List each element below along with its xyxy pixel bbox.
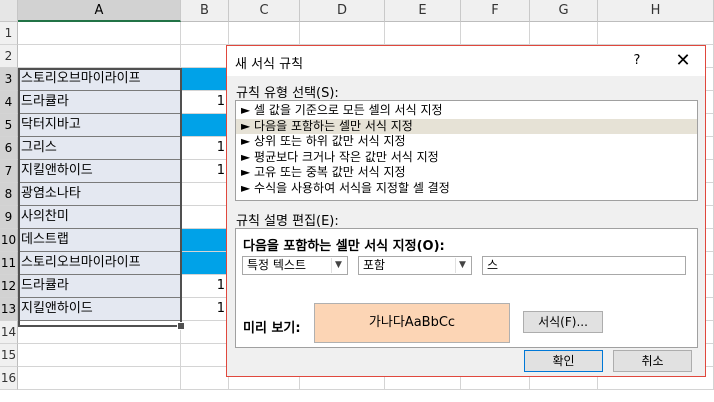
cell-a1[interactable] [18, 22, 181, 45]
cell-b8[interactable] [181, 183, 229, 206]
row-header-12[interactable]: 12 [0, 275, 18, 298]
column-header-h[interactable]: H [598, 0, 714, 22]
column-header-b[interactable]: B [181, 0, 229, 22]
chevron-down-icon: ▼ [455, 258, 469, 273]
cell-b10[interactable] [181, 229, 229, 252]
cell-e1[interactable] [385, 22, 461, 45]
preview-label: 미리 보기: [243, 321, 301, 336]
row-header-8[interactable]: 8 [0, 183, 18, 206]
condition-type-value: 특정 텍스트 [247, 258, 307, 272]
dialog-title: 새 서식 규칙 [235, 57, 304, 72]
cell-a16[interactable] [18, 367, 181, 390]
column-header-c[interactable]: C [229, 0, 300, 22]
cancel-button[interactable]: 취소 [613, 350, 692, 372]
match-text-value: 스 [487, 258, 499, 272]
description-title: 다음을 포함하는 셀만 서식 지정(O): [243, 239, 445, 254]
cell-a3[interactable]: 스토리오브마이라이프 [18, 68, 181, 91]
cell-a5[interactable]: 닥터지바고 [18, 114, 181, 137]
column-header-g[interactable]: G [530, 0, 598, 22]
cell-a6[interactable]: 그리스 [18, 137, 181, 160]
cell-a7[interactable]: 지킬앤하이드 [18, 160, 181, 183]
cell-b12[interactable]: 1 [181, 275, 229, 298]
close-button[interactable]: ✕ [667, 48, 699, 74]
row-header-13[interactable]: 13 [0, 298, 18, 321]
rule-description-panel: 다음을 포함하는 셀만 서식 지정(O): 특정 텍스트 ▼ 포함 ▼ 스 미리… [235, 228, 698, 348]
cell-a8[interactable]: 광염소나타 [18, 183, 181, 206]
rule-type-item[interactable]: ► 다음을 포함하는 셀만 서식 지정 [236, 118, 697, 134]
row-header-4[interactable]: 4 [0, 91, 18, 114]
cell-b9[interactable] [181, 206, 229, 229]
cell-b14[interactable] [181, 321, 229, 344]
cell-g1[interactable] [530, 22, 598, 45]
cell-b15[interactable] [181, 344, 229, 367]
row-header-5[interactable]: 5 [0, 114, 18, 137]
row-header-3[interactable]: 3 [0, 68, 18, 91]
ok-button[interactable]: 확인 [524, 350, 603, 372]
cell-a13[interactable]: 지킬앤하이드 [18, 298, 181, 321]
row-header-2[interactable]: 2 [0, 45, 18, 68]
rule-type-item[interactable]: ► 평균보다 크거나 작은 값만 서식 지정 [236, 150, 697, 166]
cell-b5[interactable] [181, 114, 229, 137]
cell-b4[interactable]: 1 [181, 91, 229, 114]
cell-a15[interactable] [18, 344, 181, 367]
operator-dropdown[interactable]: 포함 ▼ [358, 256, 472, 275]
operator-value: 포함 [363, 258, 386, 272]
cell-a2[interactable] [18, 45, 181, 68]
cell-c1[interactable] [229, 22, 300, 45]
cell-a4[interactable]: 드라큘라 [18, 91, 181, 114]
column-header-f[interactable]: F [461, 0, 530, 22]
row-header-15[interactable]: 15 [0, 344, 18, 367]
chevron-down-icon: ▼ [331, 258, 345, 273]
column-header-e[interactable]: E [385, 0, 461, 22]
cell-a9[interactable]: 사의찬미 [18, 206, 181, 229]
cell-a10[interactable]: 데스트랩 [18, 229, 181, 252]
cell-d1[interactable] [300, 22, 385, 45]
row-header-14[interactable]: 14 [0, 321, 18, 344]
help-button[interactable]: ? [623, 48, 651, 74]
cell-h1[interactable] [598, 22, 714, 45]
cell-a12[interactable]: 드라큘라 [18, 275, 181, 298]
row-header-1[interactable]: 1 [0, 22, 18, 45]
cell-b11[interactable] [181, 252, 229, 275]
cell-b16[interactable] [181, 367, 229, 390]
cell-a14[interactable] [18, 321, 181, 344]
fill-handle[interactable] [177, 322, 185, 330]
rule-type-item[interactable]: ► 셀 값을 기준으로 모든 셀의 서식 지정 [236, 103, 697, 119]
format-button[interactable]: 서식(F)... [523, 311, 603, 333]
row-header-10[interactable]: 10 [0, 229, 18, 252]
condition-type-dropdown[interactable]: 특정 텍스트 ▼ [242, 256, 348, 275]
cell-b13[interactable]: 1 [181, 298, 229, 321]
cell-b6[interactable]: 1 [181, 137, 229, 160]
new-format-rule-dialog: 새 서식 규칙 ? ✕ 규칙 유형 선택(S): ► 셀 값을 기준으로 모든 … [226, 45, 706, 377]
cell-b1[interactable] [181, 22, 229, 45]
select-all-corner[interactable] [0, 0, 18, 22]
column-header-a[interactable]: A [18, 0, 181, 22]
cell-f1[interactable] [461, 22, 530, 45]
row-header-9[interactable]: 9 [0, 206, 18, 229]
format-preview: 가나다AaBbCc [314, 303, 510, 343]
row-header-11[interactable]: 11 [0, 252, 18, 275]
row-header-7[interactable]: 7 [0, 160, 18, 183]
cell-a11[interactable]: 스토리오브마이라이프 [18, 252, 181, 275]
rule-description-label: 규칙 설명 편집(E): [236, 214, 339, 229]
rule-type-item[interactable]: ► 고유 또는 중복 값만 서식 지정 [236, 165, 697, 181]
row-header-16[interactable]: 16 [0, 367, 18, 390]
dialog-titlebar[interactable]: 새 서식 규칙 ? ✕ [227, 46, 705, 76]
column-header-d[interactable]: D [300, 0, 385, 22]
cell-b7[interactable]: 1 [181, 160, 229, 183]
rule-type-item[interactable]: ► 상위 또는 하위 값만 서식 지정 [236, 134, 697, 150]
rule-type-item[interactable]: ► 수식을 사용하여 서식을 지정할 셀 결정 [236, 181, 697, 197]
rule-type-label: 규칙 유형 선택(S): [236, 86, 339, 101]
match-text-input[interactable]: 스 [482, 256, 686, 275]
cell-b2[interactable] [181, 45, 229, 68]
row-header-6[interactable]: 6 [0, 137, 18, 160]
rule-type-list[interactable]: ► 셀 값을 기준으로 모든 셀의 서식 지정 ► 다음을 포함하는 셀만 서식 … [235, 100, 698, 201]
cell-b3[interactable] [181, 68, 229, 91]
